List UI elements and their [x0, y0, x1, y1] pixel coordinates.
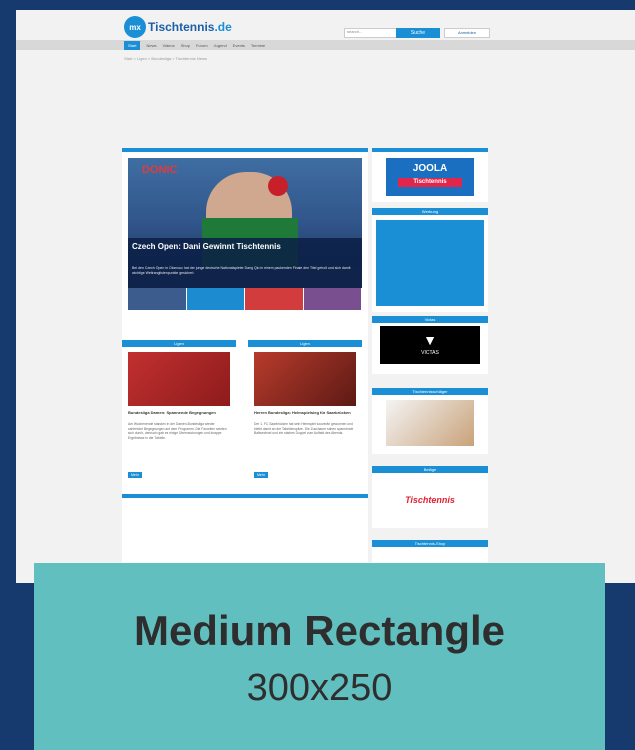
logo-domain: .de: [214, 20, 232, 34]
caption-size: 300x250: [246, 667, 393, 709]
login-link[interactable]: Anmelden: [444, 28, 490, 38]
joola-wordmark: JOOLA: [412, 163, 448, 174]
widget-header: Victas: [372, 316, 488, 323]
joola-logo[interactable]: JOOLA Tischtennis: [386, 158, 474, 196]
nav-item-start[interactable]: Start: [124, 40, 141, 50]
widget-header: Tischtennisschläger: [372, 388, 488, 395]
thumbnail[interactable]: [186, 288, 245, 310]
top-strip: [372, 148, 488, 152]
hero-teaser: Bei den Czech Open in Olomouc hat der ju…: [132, 266, 351, 275]
logo-text: Tischtennis.de: [148, 20, 232, 34]
card-text: Am Wochenende standen in der Damen-Bunde…: [128, 422, 227, 440]
sidebar-ad-joola[interactable]: JOOLA Tischtennis: [372, 148, 488, 202]
more-button[interactable]: Mehr: [254, 472, 268, 478]
nav-item-jugend[interactable]: Jugend: [214, 43, 227, 48]
sidebar-widget: Victas ▼ VICTAS: [372, 316, 488, 374]
widget-header: Werbung: [372, 208, 488, 215]
news-card: Ligen Bundesliga Damen: Spannende Begegn…: [122, 340, 236, 486]
medium-rectangle-ad[interactable]: [376, 220, 484, 306]
sidebar-widget: Beläge Tischtennis: [372, 466, 488, 528]
joola-subline: Tischtennis: [398, 178, 462, 187]
card-image[interactable]: [128, 352, 230, 406]
widget-header: Beläge: [372, 466, 488, 473]
victas-ad[interactable]: ▼ VICTAS: [380, 326, 480, 364]
thumbnail[interactable]: [245, 288, 304, 310]
rubber-ad[interactable]: Tischtennis: [378, 478, 482, 522]
widget-header: Tischtennis-Shop: [372, 540, 488, 547]
hero-headline[interactable]: Czech Open: Dani Gewinnt Tischtennis: [132, 242, 352, 251]
header: mx Tischtennis.de search... Suche Anmeld…: [16, 10, 635, 40]
search-input[interactable]: search...: [344, 28, 398, 38]
ad-format-caption: Medium Rectangle 300x250: [34, 563, 605, 750]
website-screenshot: mx Tischtennis.de search... Suche Anmeld…: [16, 10, 635, 583]
nav-item-events[interactable]: Events: [233, 43, 245, 48]
hero-thumbnails: [128, 288, 362, 310]
thumbnail[interactable]: [128, 288, 187, 310]
thumbnail[interactable]: [303, 288, 362, 310]
hero-sponsor-text: DONIC: [142, 164, 178, 176]
paddle-icon: [268, 176, 288, 196]
logo-badge: mx: [124, 16, 146, 38]
card-text: Der 1. FC Saarbrücken hat sein Heimspiel…: [254, 422, 354, 435]
victas-logo-icon: ▼: [423, 332, 437, 348]
rackets-image[interactable]: [386, 400, 474, 446]
more-button[interactable]: Mehr: [128, 472, 142, 478]
card-header: Ligen: [248, 340, 362, 347]
card-header: Ligen: [122, 340, 236, 347]
victas-text: VICTAS: [421, 350, 439, 356]
logo-name: Tischtennis: [148, 20, 215, 34]
caption-title: Medium Rectangle: [133, 607, 506, 654]
main-nav: Start News Videos Shop Forum Jugend Even…: [16, 40, 635, 50]
site-logo[interactable]: mx Tischtennis.de: [124, 16, 232, 38]
sidebar: JOOLA Tischtennis Werbung Victas ▼ VICTA…: [372, 148, 488, 583]
nav-item-videos[interactable]: Videos: [162, 43, 174, 48]
card-title[interactable]: Herren Bundesliga: Heimspielsieg für Saa…: [254, 410, 356, 415]
hero-article[interactable]: DONIC Czech Open: Dani Gewinnt Tischtenn…: [128, 158, 362, 310]
news-card: Ligen Herren Bundesliga: Heimspielsieg f…: [248, 340, 362, 486]
sidebar-widget: Tischtennisschläger: [372, 388, 488, 454]
top-strip: [122, 148, 368, 152]
nav-item-news[interactable]: News: [146, 43, 156, 48]
search-button[interactable]: Suche: [396, 28, 440, 38]
breadcrumb: Start > Ligen > Bundesliga > Tischtennis…: [124, 56, 207, 61]
nav-item-shop[interactable]: Shop: [181, 43, 190, 48]
card-image[interactable]: [254, 352, 356, 406]
card-title[interactable]: Bundesliga Damen: Spannende Begegnungen: [128, 410, 230, 415]
nav-item-termine[interactable]: Termine: [251, 43, 265, 48]
nav-item-forum[interactable]: Forum: [196, 43, 208, 48]
main-content: DONIC Czech Open: Dani Gewinnt Tischtenn…: [122, 148, 368, 583]
sidebar-widget: Werbung: [372, 208, 488, 312]
